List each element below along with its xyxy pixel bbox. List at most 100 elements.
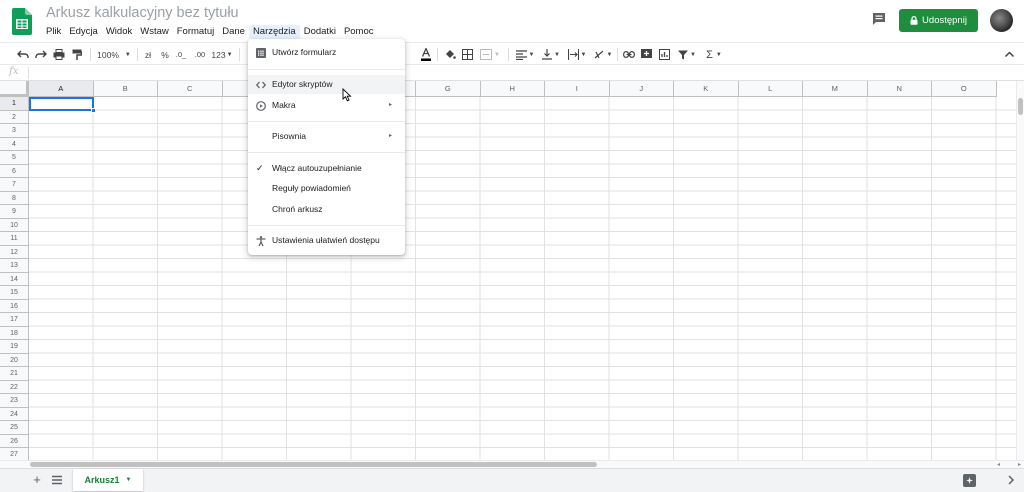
side-panel-arrow-icon[interactable] [1005,474,1017,486]
menu-view[interactable]: Widok [102,25,136,39]
menu-item-notification-rules[interactable]: Reguły powiadomień [248,179,405,198]
column-header[interactable]: L [738,81,803,97]
row-header[interactable]: 11 [0,232,29,246]
row-header[interactable]: 21 [0,367,29,381]
text-wrap-icon[interactable]: ▼ [566,47,588,62]
horizontal-scroll-thumb[interactable] [30,462,597,467]
row-header[interactable]: 23 [0,394,29,408]
percent-button[interactable]: % [160,47,170,62]
select-all-corner[interactable] [0,81,29,97]
menu-format[interactable]: Formatuj [173,25,218,39]
formula-input[interactable] [33,65,1013,80]
chevron-down-icon[interactable]: ▼ [126,477,132,483]
row-header[interactable]: 9 [0,205,29,219]
column-header[interactable]: M [803,81,868,97]
row-header[interactable]: 17 [0,313,29,327]
increase-decimal-button[interactable]: .00 [193,47,207,62]
menu-edit[interactable]: Edycja [65,25,102,39]
menu-help[interactable]: Pomoc [340,25,378,39]
column-header[interactable]: A [29,81,94,97]
row-header[interactable]: 27 [0,448,29,460]
row-header[interactable]: 25 [0,421,29,435]
row-header[interactable]: 2 [0,110,29,124]
row-header[interactable]: 16 [0,299,29,313]
menu-item-script-editor[interactable]: Edytor skryptów [248,75,405,94]
menu-item-macros[interactable]: Makra ▸ [248,96,405,115]
row-header[interactable]: 8 [0,191,29,205]
paint-format-icon[interactable] [70,47,84,62]
vertical-align-icon[interactable]: ▼ [540,47,562,62]
explore-icon[interactable] [963,474,976,487]
row-header[interactable]: 20 [0,353,29,367]
filter-icon[interactable]: ▼ [676,47,698,62]
sheet-tab-arkusz1[interactable]: Arkusz1 ▼ [73,469,143,491]
scroll-left-icon[interactable]: ◂ [997,461,1000,468]
redo-icon[interactable] [34,47,48,62]
row-header[interactable]: 5 [0,151,29,165]
undo-icon[interactable] [16,47,30,62]
column-header[interactable]: H [480,81,545,97]
sheets-logo-icon[interactable] [12,8,32,35]
menu-data[interactable]: Dane [218,25,249,39]
horizontal-align-icon[interactable]: ▼ [514,47,536,62]
menu-insert[interactable]: Wstaw [136,25,173,39]
borders-icon[interactable] [461,47,474,62]
insert-chart-icon[interactable] [658,47,671,62]
row-header[interactable]: 13 [0,259,29,273]
row-header[interactable]: 24 [0,407,29,421]
text-rotation-icon[interactable]: ▼ [592,47,614,62]
chevron-up-icon[interactable] [1003,48,1016,61]
row-header[interactable]: 6 [0,164,29,178]
vertical-scrollbar[interactable] [1016,81,1024,460]
functions-icon[interactable]: Σ ▼ [703,47,725,62]
menu-tools[interactable]: Narzędzia [248,25,300,39]
column-header[interactable]: B [93,81,158,97]
scroll-right-icon[interactable]: ▸ [1018,461,1021,468]
fill-color-icon[interactable] [443,47,456,62]
print-icon[interactable] [52,47,66,62]
merge-cells-icon[interactable]: ▼ [479,47,501,62]
row-header[interactable]: 10 [0,218,29,232]
menu-file[interactable]: Plik [46,25,65,39]
column-header[interactable]: C [158,81,223,97]
row-header[interactable]: 14 [0,272,29,286]
menu-item-protect-sheet[interactable]: Chroń arkusz [248,200,405,219]
column-header[interactable]: J [609,81,674,97]
add-sheet-icon[interactable]: + [31,473,43,487]
row-header[interactable]: 26 [0,434,29,448]
link-icon[interactable] [622,47,635,62]
row-header[interactable]: 15 [0,286,29,300]
share-button[interactable]: Udostępnij [899,9,978,32]
more-formats-button[interactable]: 123 ▼ [211,47,233,62]
row-header[interactable]: 7 [0,178,29,192]
active-cell-a1[interactable] [29,96,94,111]
row-header[interactable]: 18 [0,326,29,340]
comment-icon[interactable] [871,11,887,27]
insert-comment-icon[interactable] [640,47,653,62]
row-header[interactable]: 12 [0,245,29,259]
menu-item-create-form[interactable]: Utwórz formularz [248,43,405,62]
fill-handle[interactable] [91,107,96,113]
spreadsheet-grid[interactable]: ABCDEFGHIJKLMNO 123456789101112131415161… [0,81,1016,460]
menu-addons[interactable]: Dodatki [300,25,340,39]
column-header[interactable]: N [867,81,932,97]
currency-button[interactable]: zł [142,47,154,62]
column-header[interactable]: G [416,81,481,97]
column-header[interactable]: O [932,81,997,97]
row-header[interactable]: 3 [0,124,29,138]
menu-item-autocomplete[interactable]: ✓ Włącz autouzupełnianie [248,159,405,178]
menu-item-spelling[interactable]: Pisownia ▸ [248,127,405,146]
cells-area[interactable] [29,97,1016,460]
row-header[interactable]: 22 [0,380,29,394]
all-sheets-icon[interactable] [51,474,63,486]
row-header[interactable]: 19 [0,340,29,354]
row-header[interactable]: 4 [0,137,29,151]
decrease-decimal-button[interactable]: .0_ [175,47,187,62]
row-header[interactable]: 1 [0,97,29,111]
vertical-scroll-thumb[interactable] [1018,98,1023,115]
document-title[interactable]: Arkusz kalkulacyjny bez tytułu [46,5,239,21]
column-header[interactable]: K [674,81,739,97]
menu-item-accessibility[interactable]: Ustawienia ułatwień dostępu [248,231,405,250]
text-color-icon[interactable] [420,47,432,62]
column-header[interactable]: I [545,81,610,97]
